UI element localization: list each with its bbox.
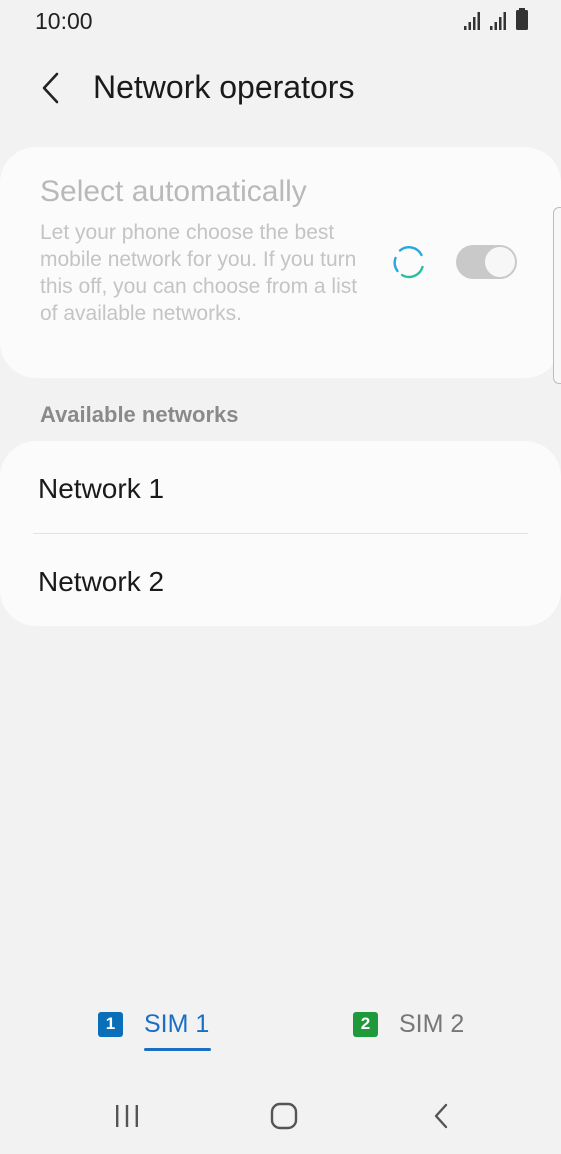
signal-sim1-icon — [464, 12, 480, 30]
tab-sim-1-label: SIM 1 — [144, 1009, 212, 1051]
back-icon — [434, 1103, 448, 1129]
tab-sim-2-label: SIM 2 — [399, 1009, 465, 1038]
toggle-knob — [484, 246, 516, 278]
select-automatically-description: Let your phone choose the best mobile ne… — [40, 221, 358, 325]
recents-icon — [116, 1105, 138, 1127]
home-button[interactable] — [254, 1090, 314, 1142]
status-time: 10:00 — [35, 8, 93, 34]
scroll-indicator[interactable] — [553, 207, 561, 384]
recents-button[interactable] — [97, 1090, 157, 1142]
sim-tabs: 1 SIM 1 2 SIM 2 — [0, 990, 561, 1051]
chevron-left-icon — [42, 72, 59, 104]
loading-spinner-icon — [393, 246, 424, 279]
select-automatically-toggle[interactable] — [456, 245, 517, 279]
app-bar: Network operators — [0, 55, 561, 125]
network-item-label: Network 1 — [38, 473, 165, 504]
nav-back-button[interactable] — [411, 1090, 471, 1142]
networks-list: Network 1 Network 2 — [0, 441, 561, 626]
signal-sim2-icon — [490, 12, 506, 30]
navigation-bar — [0, 1080, 561, 1154]
available-networks-header: Available networks — [40, 402, 239, 427]
page-title: Network operators — [93, 69, 355, 105]
home-icon — [270, 1102, 298, 1130]
select-automatically-title: Select automatically — [40, 175, 307, 208]
battery-icon — [516, 8, 528, 30]
back-button[interactable] — [26, 63, 76, 113]
network-item-2[interactable]: Network 2 — [0, 534, 561, 626]
status-icons — [463, 8, 529, 30]
tab-sim-2[interactable]: 2 SIM 2 — [353, 1000, 464, 1048]
network-item-1[interactable]: Network 1 — [0, 441, 561, 533]
network-item-label: Network 2 — [38, 566, 165, 597]
sim-2-badge-icon: 2 — [353, 1011, 378, 1037]
sim-1-badge-icon: 1 — [98, 1011, 123, 1037]
tab-sim-1[interactable]: 1 SIM 1 — [98, 1000, 212, 1051]
status-bar: 10:00 — [0, 0, 561, 44]
